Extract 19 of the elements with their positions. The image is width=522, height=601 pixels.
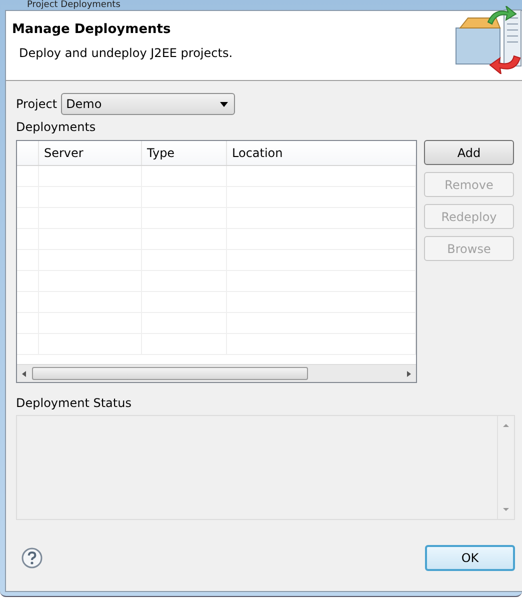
scroll-down-icon[interactable] [503, 508, 509, 511]
action-button[interactable]: Add [424, 140, 514, 165]
section-label: Deployment Status [16, 396, 132, 410]
scroll-thumb[interactable] [32, 367, 308, 380]
scroll-right-icon[interactable] [407, 370, 411, 376]
window-title: Project Deployments [27, 0, 120, 10]
page-title: Manage Deployments [12, 22, 172, 37]
section-label: Deployments [16, 120, 97, 134]
scroll-left-icon[interactable] [22, 370, 26, 376]
column-header[interactable]: Type [142, 141, 227, 165]
caret-icon [220, 102, 228, 106]
page-description: Deploy and undeploy J2EE projects. [18, 46, 233, 60]
project-label: Project [16, 97, 58, 111]
help-icon[interactable] [21, 547, 43, 569]
horizontal-scrollbar[interactable] [17, 364, 416, 382]
column-header[interactable]: Server [39, 141, 142, 165]
scroll-up-icon[interactable] [503, 424, 509, 427]
project-dropdown[interactable]: Demo [61, 93, 236, 115]
ok-button[interactable]: OK [425, 545, 515, 571]
